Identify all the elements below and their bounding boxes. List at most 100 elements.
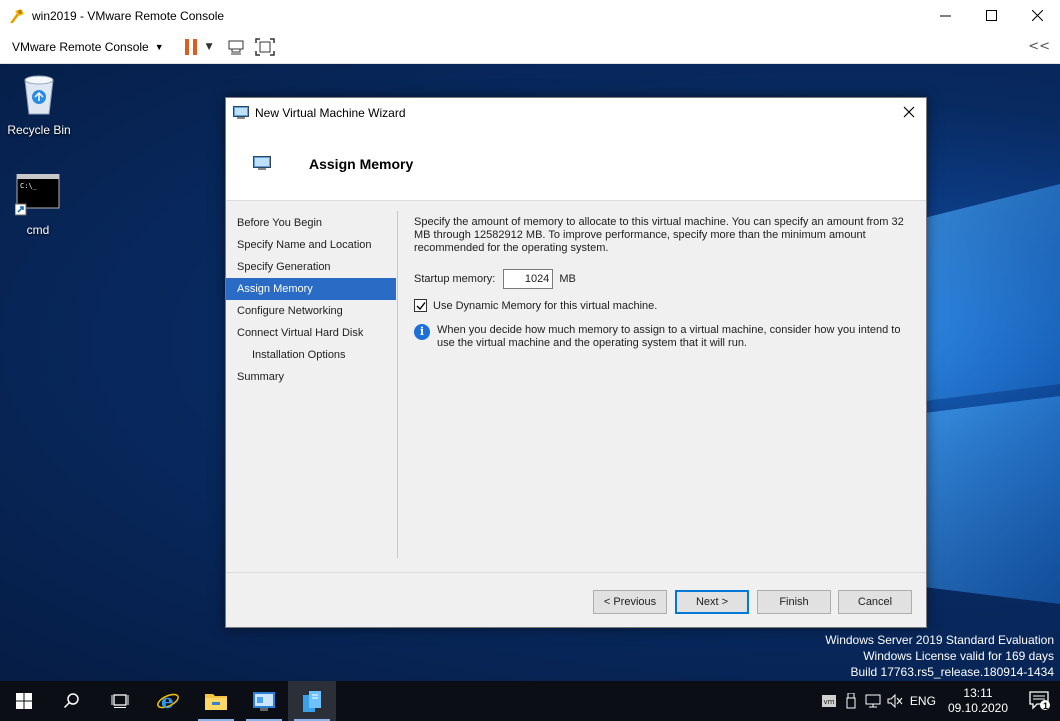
vmware-app-icon <box>10 8 24 23</box>
wizard-step-installation-options[interactable]: Installation Options <box>226 344 396 366</box>
internet-explorer-icon: e <box>157 689 179 713</box>
wizard-content: Specify the amount of memory to allocate… <box>414 216 909 350</box>
vmware-tools-icon: vm <box>821 695 836 707</box>
taskbar-server-manager[interactable] <box>240 681 288 721</box>
volume-muted-icon <box>887 694 903 708</box>
minimize-button[interactable] <box>922 0 968 31</box>
svg-text:C:\_: C:\_ <box>20 182 38 190</box>
system-tray: vm ENG 13:11 09.10.2020 1 <box>818 681 1060 721</box>
fullscreen-icon <box>254 38 275 56</box>
desktop-icon-label: Recycle Bin <box>7 123 71 137</box>
send-ctrl-alt-del-button[interactable] <box>227 35 245 59</box>
wizard-step-summary[interactable]: Summary <box>226 366 396 388</box>
taskbar-file-explorer[interactable] <box>192 681 240 721</box>
vmware-menu-label: VMware Remote Console <box>12 40 149 54</box>
vmware-tools-tray-button[interactable]: vm <box>818 681 840 721</box>
taskbar: e vm ENG 13:11 09.10.2020 1 <box>0 681 1060 721</box>
minimize-icon <box>939 15 951 17</box>
search-icon <box>63 693 79 709</box>
collapse-toolbar-button[interactable]: << <box>1028 39 1050 54</box>
maximize-button[interactable] <box>968 0 1014 31</box>
window-title: win2019 - VMware Remote Console <box>32 8 225 23</box>
network-tray-button[interactable] <box>862 681 884 721</box>
taskbar-hyper-v-manager[interactable] <box>288 681 336 721</box>
clock-date: 09.10.2020 <box>947 701 1008 715</box>
recycle-bin-icon <box>24 75 54 115</box>
chevron-down-icon: ▼ <box>154 42 164 52</box>
watermark-license: Windows License valid for 169 days <box>863 649 1054 663</box>
vmware-menu-button[interactable]: VMware Remote Console ▼ <box>12 40 164 54</box>
vmware-titlebar: win2019 - VMware Remote Console <box>0 0 1060 31</box>
dynamic-memory-label: Use Dynamic Memory for this virtual mach… <box>433 299 658 312</box>
wizard-step-configure-networking[interactable]: Configure Networking <box>226 300 396 322</box>
dialog-title: New Virtual Machine Wizard <box>255 105 406 120</box>
action-center-button[interactable]: 1 <box>1020 681 1060 721</box>
clock[interactable]: 13:11 09.10.2020 <box>948 686 1008 716</box>
dialog-titlebar: New Virtual Machine Wizard <box>226 98 926 127</box>
wizard-step-assign-memory[interactable]: Assign Memory <box>226 278 396 300</box>
startup-memory-row: Startup memory: 1024 MB <box>414 269 909 289</box>
startup-memory-input[interactable]: 1024 <box>503 269 554 289</box>
virtual-machine-icon <box>233 105 249 119</box>
checkmark-icon <box>416 301 426 310</box>
memory-description: Specify the amount of memory to allocate… <box>414 216 904 254</box>
wizard-step-specify-name[interactable]: Specify Name and Location <box>226 234 396 256</box>
server-manager-icon <box>253 692 275 711</box>
desktop-icon-recycle-bin[interactable]: Recycle Bin <box>2 72 76 137</box>
hyper-v-icon <box>303 691 321 712</box>
start-button[interactable] <box>0 681 48 721</box>
close-button[interactable] <box>1014 0 1060 31</box>
notification-count: 1 <box>1042 700 1048 711</box>
vmware-toolbar: VMware Remote Console ▼ ▼ << <box>0 31 1060 64</box>
pause-button[interactable] <box>184 35 198 59</box>
new-vm-wizard-dialog: New Virtual Machine Wizard Assign Memory… <box>225 97 927 628</box>
watermark-build: Build 17763.rs5_release.180914-1434 <box>850 665 1055 679</box>
finish-button[interactable]: Finish <box>757 590 831 614</box>
info-icon: i <box>414 324 430 340</box>
task-view-button[interactable] <box>96 681 144 721</box>
virtual-machine-icon <box>253 155 271 170</box>
clock-time: 13:11 <box>963 686 993 700</box>
usb-icon <box>846 693 856 709</box>
nav-divider <box>397 211 398 558</box>
wizard-footer: < Previous Next > Finish Cancel <box>226 572 926 627</box>
cancel-button[interactable]: Cancel <box>838 590 912 614</box>
close-icon[interactable] <box>900 103 918 121</box>
wizard-steps-nav: Before You Begin Specify Name and Locati… <box>226 212 396 388</box>
usb-tray-button[interactable] <box>840 681 862 721</box>
volume-tray-button[interactable] <box>884 681 906 721</box>
wizard-header: Assign Memory <box>226 127 926 201</box>
previous-button[interactable]: < Previous <box>593 590 667 614</box>
task-view-icon <box>111 694 129 708</box>
os-watermark: Windows Server 2019 Standard Evaluation … <box>825 632 1054 680</box>
fullscreen-button[interactable] <box>254 35 275 59</box>
desktop-icon-label: cmd <box>26 223 50 237</box>
wizard-step-connect-disk[interactable]: Connect Virtual Hard Disk <box>226 322 396 344</box>
svg-text:vm: vm <box>823 698 834 706</box>
network-icon <box>865 694 881 708</box>
memory-info: i When you decide how much memory to ass… <box>414 324 909 350</box>
startup-memory-label: Startup memory: <box>414 273 496 285</box>
search-button[interactable] <box>48 681 96 721</box>
wizard-step-specify-generation[interactable]: Specify Generation <box>226 256 396 278</box>
wizard-step-before-you-begin[interactable]: Before You Begin <box>226 212 396 234</box>
cmd-icon: C:\_ <box>14 173 60 216</box>
taskbar-internet-explorer[interactable]: e <box>144 681 192 721</box>
windows-start-icon <box>16 693 32 709</box>
dynamic-memory-checkbox[interactable] <box>414 299 427 312</box>
wizard-body: Before You Begin Specify Name and Locati… <box>226 202 926 562</box>
chevron-down-icon: ▼ <box>205 42 213 52</box>
power-dropdown-button[interactable]: ▼ <box>206 35 213 59</box>
memory-info-text: When you decide how much memory to assig… <box>437 324 901 349</box>
watermark-edition: Windows Server 2019 Standard Evaluation <box>825 633 1054 647</box>
next-button[interactable]: Next > <box>675 590 749 614</box>
devices-icon <box>228 40 244 55</box>
close-icon <box>1031 10 1043 21</box>
language-indicator[interactable]: ENG <box>906 681 940 721</box>
dynamic-memory-row: Use Dynamic Memory for this virtual mach… <box>414 299 909 312</box>
page-title: Assign Memory <box>309 155 414 172</box>
pause-icon <box>184 39 197 55</box>
desktop-icon-cmd[interactable]: C:\_ cmd <box>1 173 75 237</box>
svg-text:e: e <box>161 689 174 713</box>
startup-memory-unit: MB <box>559 273 576 285</box>
